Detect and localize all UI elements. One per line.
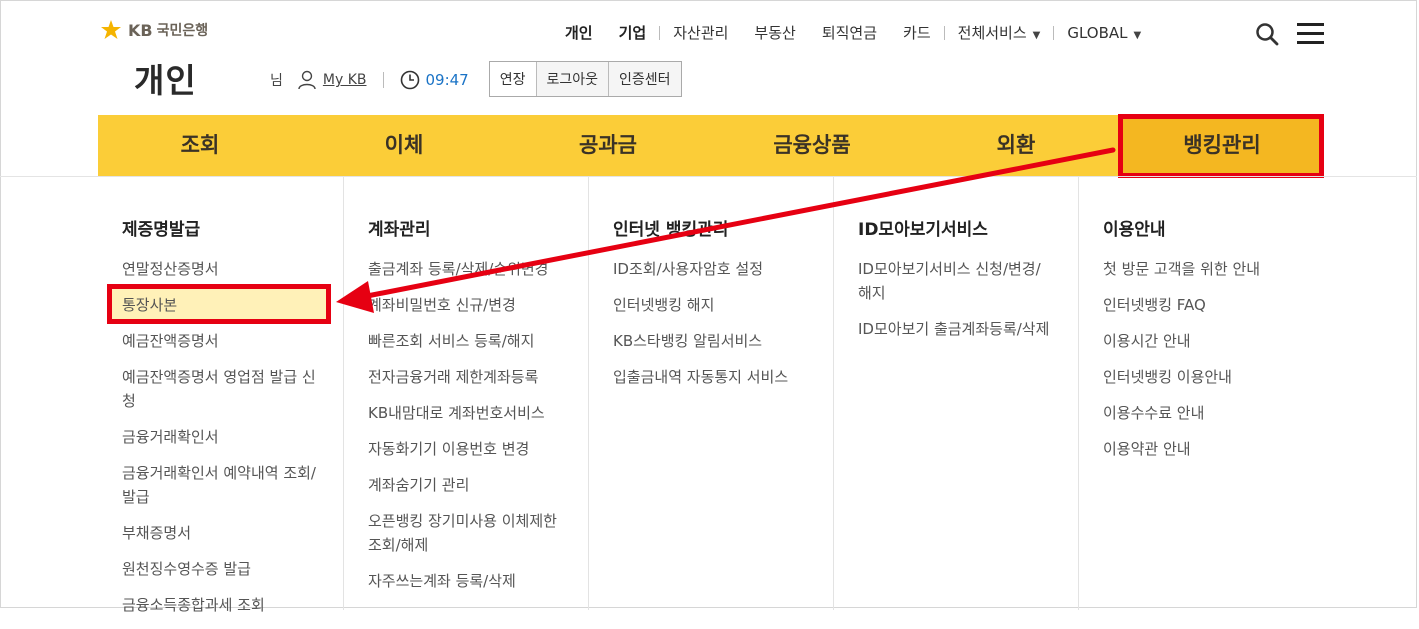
page-title: 개인: [134, 61, 197, 100]
topnav-realestate[interactable]: 부동산: [741, 22, 808, 43]
submenu-item[interactable]: 전자금융거래 제한계좌등록: [368, 365, 564, 389]
submenu-item[interactable]: 계좌숨기기 관리: [368, 473, 564, 497]
submenu-item[interactable]: 빠른조회 서비스 등록/해지: [368, 329, 564, 353]
submenu-list: 첫 방문 고객을 위한 안내 인터넷뱅킹 FAQ 이용시간 안내 인터넷뱅킹 이…: [1103, 257, 1299, 473]
topnav-global[interactable]: GLOBAL ▼: [1054, 24, 1154, 42]
submenu-item[interactable]: 계좌비밀번호 신규/변경: [368, 293, 564, 317]
submenu-heading: 제증명발급: [122, 220, 201, 240]
topnav-card[interactable]: 카드: [890, 22, 944, 43]
submenu-column-id-collection: ID모아보기서비스 ID모아보기서비스 신청/변경/해지 ID모아보기 출금계좌…: [834, 177, 1079, 610]
submenu-item[interactable]: 인터넷뱅킹 해지: [613, 293, 809, 317]
topnav-all-services-label: 전체서비스: [957, 24, 1027, 42]
submenu-item[interactable]: 이용수수료 안내: [1103, 401, 1299, 425]
submenu-item[interactable]: KB스타뱅킹 알림서비스: [613, 329, 809, 353]
logo-bank-name: 국민은행: [156, 23, 209, 39]
submenu-item[interactable]: 이용시간 안내: [1103, 329, 1299, 353]
tab-inquiry[interactable]: 조회: [98, 115, 302, 176]
submenu-item[interactable]: 출금계좌 등록/삭제/순위변경: [368, 257, 564, 281]
tab-public-charges[interactable]: 공과금: [506, 115, 710, 176]
session-timer: 09:47: [425, 71, 469, 89]
submenu-item[interactable]: 연말정산증명서: [122, 257, 318, 281]
submenu-item[interactable]: 금융거래확인서 예약내역 조회/발급: [122, 461, 318, 509]
submenu-item[interactable]: 이용약관 안내: [1103, 437, 1299, 461]
user-name-suffix: 님: [270, 73, 283, 89]
submenu-list: 출금계좌 등록/삭제/순위변경 계좌비밀번호 신규/변경 빠른조회 서비스 등록…: [368, 257, 564, 605]
submenu-item[interactable]: 부채증명서: [122, 521, 318, 545]
submenu-column-guide: 이용안내 첫 방문 고객을 위한 안내 인터넷뱅킹 FAQ 이용시간 안내 인터…: [1079, 177, 1324, 610]
top-navigation: 개인 기업 자산관리 부동산 퇴직연금 카드 전체서비스 ▼ GLOBAL ▼: [563, 22, 1154, 43]
submenu-item[interactable]: KB내맘대로 계좌번호서비스: [368, 401, 564, 425]
submenu-heading: 이용안내: [1103, 220, 1166, 240]
submenu-column-certificates: 제증명발급 연말정산증명서 통장사본 예금잔액증명서 예금잔액증명서 영업점 발…: [98, 177, 344, 614]
submenu-item[interactable]: 첫 방문 고객을 위한 안내: [1103, 257, 1299, 281]
tab-foreign-exchange[interactable]: 외환: [914, 115, 1118, 176]
session-buttons: 연장 로그아웃 인증센터: [488, 61, 682, 97]
tab-transfer[interactable]: 이체: [302, 115, 506, 176]
submenu-item[interactable]: 입출금내역 자동통지 서비스: [613, 365, 809, 389]
logo-kb-text: KB: [128, 20, 153, 40]
submenu-heading: ID모아보기서비스: [858, 220, 988, 240]
submenu-item[interactable]: 원천징수영수증 발급: [122, 557, 318, 581]
submenu-item[interactable]: 오픈뱅킹 장기미사용 이체제한 조회/해제: [368, 509, 564, 557]
kb-star-icon: [101, 20, 121, 39]
submenu-item[interactable]: 자동화기기 이용번호 변경: [368, 437, 564, 461]
submenu-item[interactable]: 예금잔액증명서: [122, 329, 318, 353]
submenu-item[interactable]: 예금잔액증명서 영업점 발급 신청: [122, 365, 318, 413]
topnav-personal[interactable]: 개인: [563, 22, 606, 43]
search-icon[interactable]: [1255, 22, 1279, 46]
submenu-column-internet-banking: 인터넷 뱅킹관리 ID조회/사용자암호 설정 인터넷뱅킹 해지 KB스타뱅킹 알…: [589, 177, 834, 610]
hamburger-menu-icon[interactable]: [1297, 23, 1324, 44]
highlight-box-banking-management: [1118, 114, 1324, 178]
logout-button[interactable]: 로그아웃: [536, 62, 610, 96]
submenu-item[interactable]: 금융거래확인서: [122, 425, 318, 449]
submenu-item[interactable]: 금융소득종합과세 조회: [122, 593, 318, 617]
submenu-item[interactable]: 인터넷뱅킹 이용안내: [1103, 365, 1299, 389]
cert-center-button[interactable]: 인증센터: [609, 62, 681, 96]
topnav-business[interactable]: 기업: [606, 22, 660, 43]
divider: [382, 72, 384, 88]
user-info-bar: 님 My KB 09:47 연장 로그아웃 인증센터: [270, 61, 682, 97]
submenu-heading: 계좌관리: [368, 220, 431, 240]
submenu-item[interactable]: ID모아보기서비스 신청/변경/해지: [858, 257, 1054, 305]
highlight-box-passbook-copy: [107, 284, 331, 324]
caret-down-icon: ▼: [1133, 29, 1142, 41]
tab-financial-products[interactable]: 금융상품: [710, 115, 914, 176]
mykb-link[interactable]: My KB: [323, 72, 367, 88]
topnav-asset[interactable]: 자산관리: [660, 22, 741, 43]
topnav-all-services[interactable]: 전체서비스 ▼: [945, 22, 1054, 43]
submenu-item[interactable]: 자주쓰는계좌 등록/삭제: [368, 569, 564, 593]
submenu-item[interactable]: ID조회/사용자암호 설정: [613, 257, 809, 281]
submenu-list: ID모아보기서비스 신청/변경/해지 ID모아보기 출금계좌등록/삭제: [858, 257, 1054, 353]
kb-logo[interactable]: KB 국민은행: [98, 18, 208, 42]
extend-button[interactable]: 연장: [489, 62, 537, 96]
submenu-item[interactable]: 인터넷뱅킹 FAQ: [1103, 293, 1299, 317]
topnav-global-label: GLOBAL: [1067, 23, 1128, 42]
submenu-list: ID조회/사용자암호 설정 인터넷뱅킹 해지 KB스타뱅킹 알림서비스 입출금내…: [613, 257, 809, 401]
topnav-pension[interactable]: 퇴직연금: [809, 22, 890, 43]
user-icon: [298, 70, 316, 90]
submenu-item[interactable]: ID모아보기 출금계좌등록/삭제: [858, 317, 1054, 341]
submenu-heading: 인터넷 뱅킹관리: [613, 220, 729, 240]
submenu-column-account: 계좌관리 출금계좌 등록/삭제/순위변경 계좌비밀번호 신규/변경 빠른조회 서…: [344, 177, 589, 610]
clock-icon: [400, 70, 419, 90]
caret-down-icon: ▼: [1032, 30, 1041, 41]
